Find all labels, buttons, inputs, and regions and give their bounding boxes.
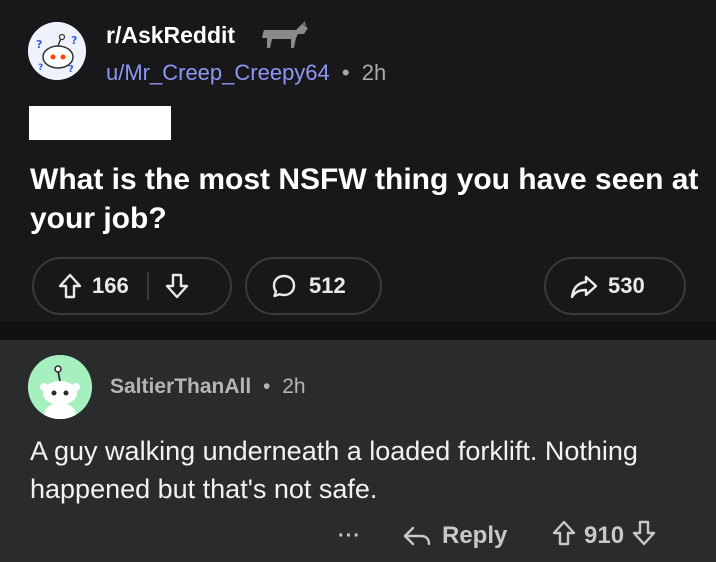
comment-downvote-button[interactable] bbox=[632, 520, 656, 553]
vote-divider bbox=[146, 272, 149, 300]
post-card[interactable]: ? ? ? ? r/AskReddit u/Mr_Creep_Creepy64 … bbox=[0, 0, 716, 322]
subreddit-avatar[interactable]: ? ? ? ? bbox=[28, 22, 86, 80]
meta-separator: • bbox=[263, 375, 271, 398]
redaction-box bbox=[29, 106, 171, 140]
svg-text:?: ? bbox=[71, 34, 77, 47]
comment-username[interactable]: SaltierThanAll bbox=[110, 375, 251, 398]
svg-text:?: ? bbox=[68, 64, 74, 75]
comment-time: 2h bbox=[282, 375, 306, 398]
share-count: 530 bbox=[608, 273, 645, 298]
comment-vote-count: 910 bbox=[584, 522, 625, 549]
post-title[interactable]: What is the most NSFW thing you have see… bbox=[30, 160, 700, 238]
svg-text:?: ? bbox=[36, 38, 42, 51]
upvote-arrow-icon bbox=[58, 273, 82, 299]
upvote-count: 166 bbox=[92, 273, 129, 298]
share-button[interactable]: 530 bbox=[544, 257, 686, 315]
comments-button[interactable]: 512 bbox=[245, 257, 382, 315]
comment-vote-controls: 910 bbox=[552, 518, 656, 554]
post-time: 2h bbox=[361, 60, 387, 85]
speech-bubble-icon bbox=[272, 274, 296, 298]
section-divider bbox=[0, 322, 716, 340]
post-username[interactable]: u/Mr_Creep_Creepy64 bbox=[106, 60, 330, 85]
meta-separator: • bbox=[341, 60, 350, 85]
comment-more-button[interactable]: ··· bbox=[338, 518, 361, 554]
subreddit-name[interactable]: r/AskReddit bbox=[106, 22, 235, 49]
post-meta: u/Mr_Creep_Creepy64 • 2h bbox=[106, 60, 386, 86]
downvote-arrow-icon bbox=[632, 520, 656, 545]
comment-meta: SaltierThanAll • 2h bbox=[110, 375, 306, 399]
askreddit-snoo-icon: ? ? ? ? bbox=[28, 22, 86, 80]
snoo-avatar-icon bbox=[28, 355, 92, 419]
downvote-arrow-icon bbox=[165, 273, 188, 299]
horse-icon bbox=[262, 21, 308, 48]
upvote-arrow-icon bbox=[552, 520, 576, 545]
reply-label: Reply bbox=[442, 522, 508, 549]
upvote-button[interactable] bbox=[58, 273, 82, 299]
more-dots: ··· bbox=[338, 524, 361, 547]
commenter-avatar[interactable] bbox=[28, 355, 92, 419]
comment-card: SaltierThanAll • 2h A guy walking undern… bbox=[0, 340, 716, 562]
reply-arrow-icon bbox=[403, 526, 431, 546]
vote-controls: 166 bbox=[32, 257, 232, 315]
svg-text:?: ? bbox=[38, 63, 43, 73]
comment-count: 512 bbox=[309, 273, 346, 298]
comment-body: A guy walking underneath a loaded forkli… bbox=[30, 436, 638, 504]
comment-upvote-button[interactable] bbox=[552, 520, 576, 553]
share-arrow-icon bbox=[570, 275, 598, 299]
downvote-button[interactable] bbox=[165, 273, 189, 299]
reply-button[interactable]: Reply bbox=[402, 518, 507, 554]
